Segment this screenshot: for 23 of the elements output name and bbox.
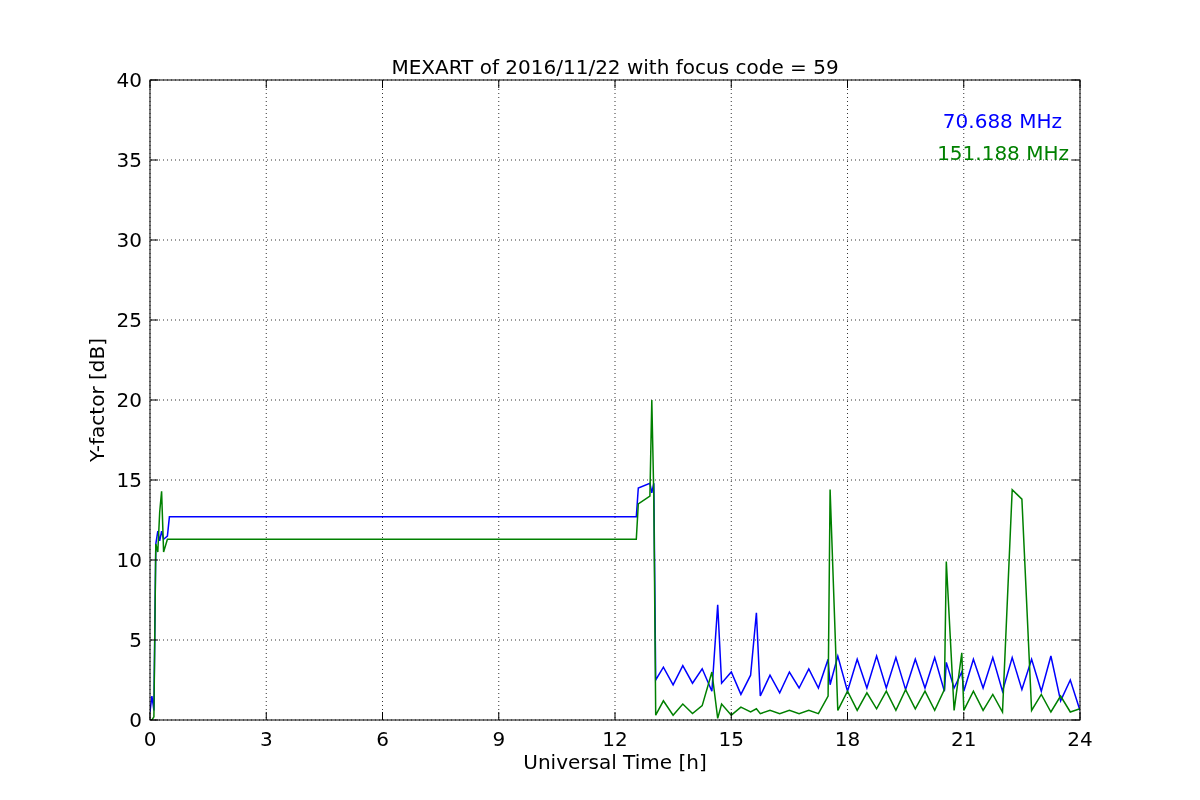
- y-tick-label: 40: [116, 68, 142, 92]
- legend-label: 70.688 MHz: [942, 109, 1062, 133]
- x-tick-label: 24: [1067, 727, 1093, 751]
- x-tick-label: 18: [834, 727, 861, 751]
- x-tick-label: 12: [602, 727, 628, 751]
- legend-label: 151.188 MHz: [937, 141, 1069, 165]
- y-axis-label: Y-factor [dB]: [85, 338, 109, 462]
- y-tick-label: 35: [116, 148, 142, 172]
- y-tick-label: 0: [129, 708, 142, 732]
- y-tick-label: 20: [116, 388, 142, 412]
- x-tick-label: 21: [951, 727, 977, 751]
- y-tick-label: 5: [129, 628, 142, 652]
- x-tick-label: 15: [718, 727, 744, 751]
- x-tick-label: 9: [492, 727, 506, 751]
- y-tick-label: 15: [116, 468, 142, 492]
- y-tick-label: 25: [116, 308, 142, 332]
- x-tick-label: 0: [143, 727, 157, 751]
- chart-title: MEXART of 2016/11/22 with focus code = 59: [391, 55, 839, 79]
- x-tick-label: 3: [259, 727, 273, 751]
- x-axis-label: Universal Time [h]: [523, 750, 707, 774]
- y-tick-label: 30: [116, 228, 142, 252]
- y-tick-label: 10: [116, 548, 142, 572]
- x-tick-label: 6: [376, 727, 389, 751]
